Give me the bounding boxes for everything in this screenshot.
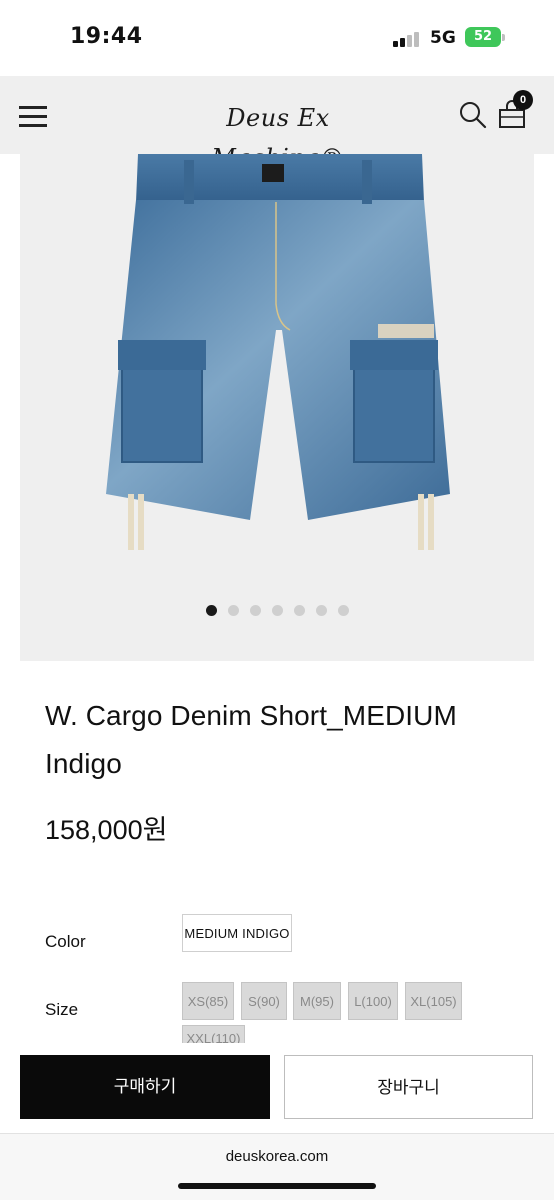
carousel-dots[interactable] (20, 605, 534, 617)
color-label: Color (45, 932, 86, 951)
menu-icon[interactable] (19, 106, 49, 128)
size-label: Size (45, 1000, 79, 1019)
cart-count-badge: 0 (513, 90, 533, 110)
size-option[interactable]: XL(105) (405, 982, 462, 1020)
size-option-label: XXL(110) (186, 1031, 241, 1043)
product-image[interactable] (100, 154, 460, 554)
network-type: 5G (430, 28, 456, 48)
search-icon[interactable] (458, 100, 488, 130)
battery-level: 52 (465, 27, 501, 47)
size-option[interactable]: M(95) (293, 982, 341, 1020)
status-time: 19:44 (70, 24, 143, 49)
status-bar: 19:44 5G 52 (0, 0, 554, 76)
color-option[interactable]: MEDIUM INDIGO (182, 914, 292, 952)
url-text[interactable]: deuskorea.com (0, 1148, 554, 1165)
carousel-dot[interactable] (315, 605, 327, 616)
carousel-dot[interactable] (227, 605, 239, 616)
carousel-dot[interactable] (337, 605, 349, 616)
buy-now-button[interactable]: 구매하기 (20, 1055, 270, 1119)
product-title: W. Cargo Denim Short_MEDIUM Indigo (45, 700, 457, 779)
product-gallery[interactable] (20, 154, 534, 661)
carousel-dot[interactable] (249, 605, 261, 616)
brand-logo[interactable]: Deus Ex Machina® (163, 98, 393, 172)
size-option[interactable]: S(90) (241, 982, 287, 1020)
browser-url-bar[interactable] (0, 1133, 554, 1200)
add-to-cart-button[interactable]: 장바구니 (284, 1055, 533, 1119)
home-indicator (178, 1183, 376, 1189)
carousel-dot[interactable] (205, 605, 217, 616)
size-option[interactable]: XS(85) (182, 982, 234, 1020)
battery-icon: 52 (465, 27, 505, 47)
carousel-dot[interactable] (271, 605, 283, 616)
carousel-dot[interactable] (293, 605, 305, 616)
size-option[interactable]: L(100) (348, 982, 398, 1020)
product-price: 158,000원 (45, 815, 168, 845)
size-option[interactable]: XXL(110) (182, 1025, 245, 1043)
signal-icon (393, 31, 423, 47)
